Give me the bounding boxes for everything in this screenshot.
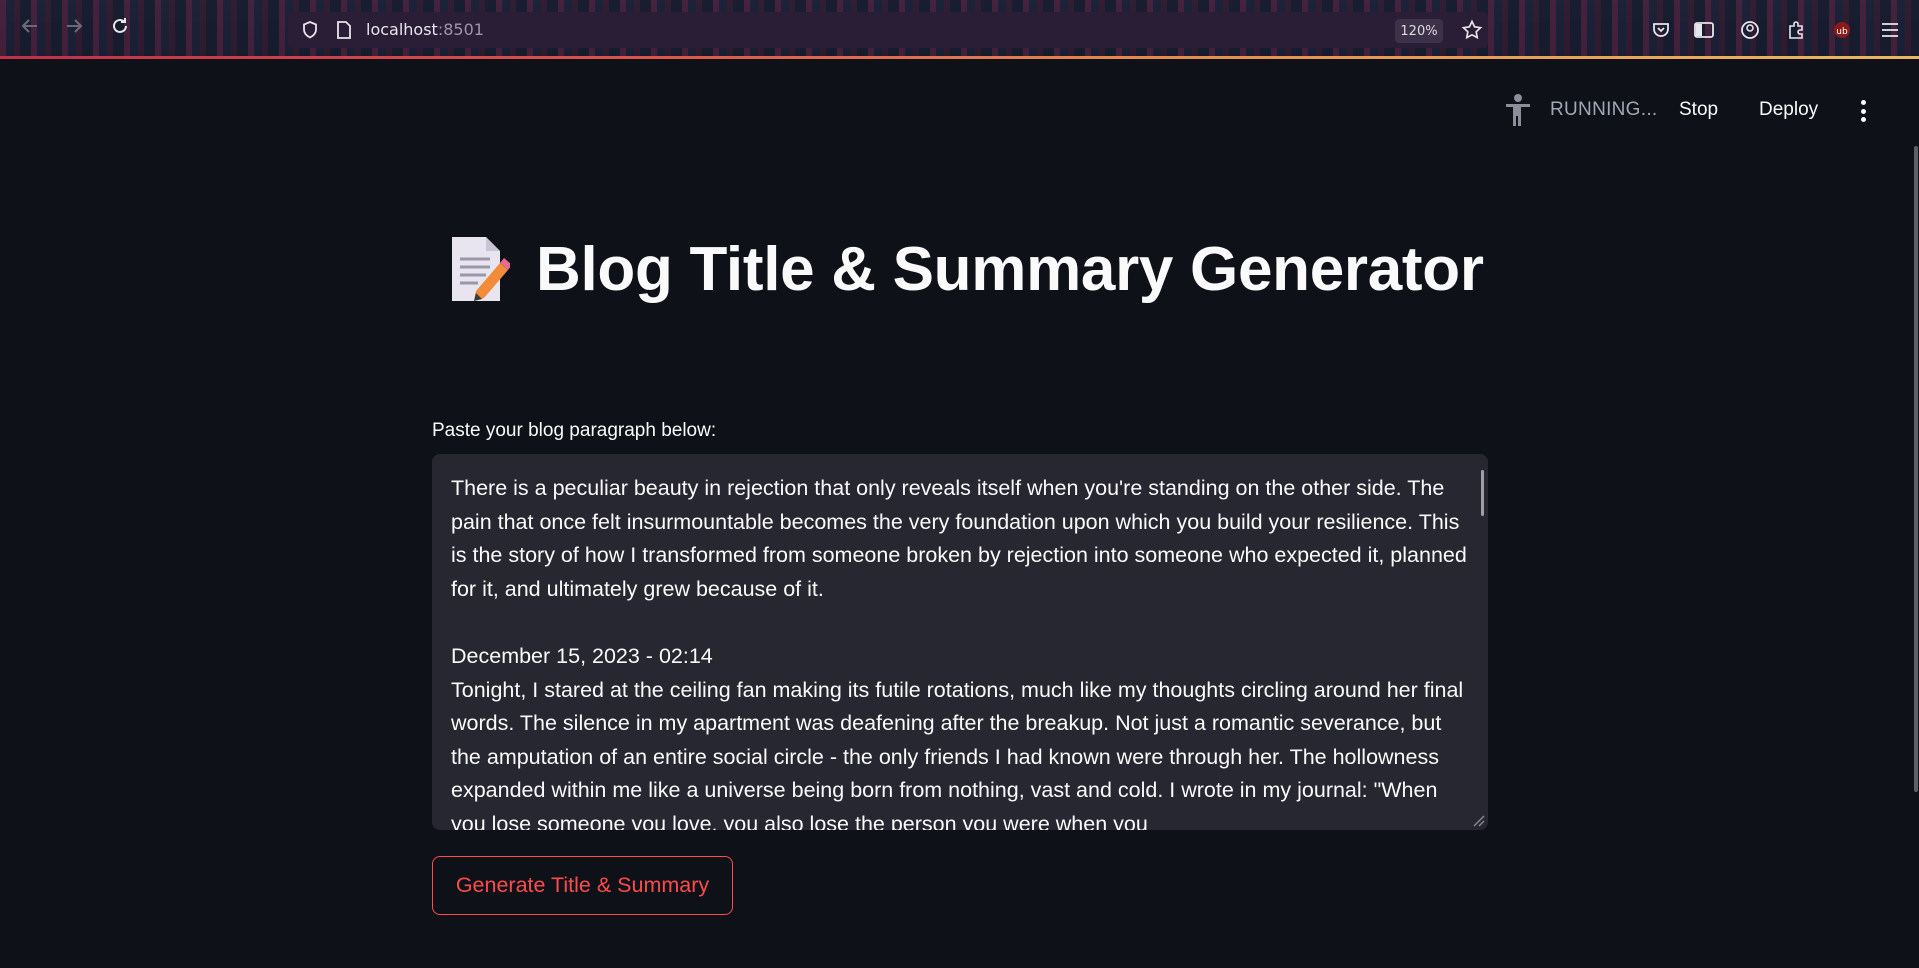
- zoom-level-badge[interactable]: 120%: [1395, 19, 1443, 43]
- page-title: Blog Title & Summary Generator: [536, 234, 1484, 304]
- svg-text:ub: ub: [1836, 27, 1848, 37]
- url-text[interactable]: localhost:8501: [366, 20, 484, 39]
- bookmark-star-icon[interactable]: [1460, 18, 1484, 42]
- shield-icon[interactable]: [298, 18, 322, 42]
- generate-title-summary-button[interactable]: Generate Title & Summary: [432, 856, 733, 915]
- stop-button[interactable]: Stop: [1679, 99, 1718, 121]
- menu-icon[interactable]: [1878, 18, 1902, 42]
- running-person-icon: [1503, 93, 1533, 127]
- forward-icon[interactable]: [62, 14, 86, 38]
- resize-handle-icon[interactable]: [1471, 813, 1485, 827]
- memo-icon: [446, 233, 512, 305]
- pocket-icon[interactable]: [1649, 18, 1673, 42]
- page-info-icon[interactable]: [332, 18, 356, 42]
- sidebar-icon[interactable]: [1692, 18, 1716, 42]
- main-menu-icon[interactable]: [1856, 96, 1870, 126]
- blog-paragraph-textarea[interactable]: There is a peculiar beauty in rejection …: [432, 454, 1488, 830]
- deploy-button[interactable]: Deploy: [1759, 99, 1818, 121]
- account-icon[interactable]: [1738, 18, 1762, 42]
- reload-icon[interactable]: [108, 14, 132, 38]
- status-running-text: RUNNING...: [1550, 99, 1658, 120]
- ublock-icon[interactable]: ub: [1830, 18, 1854, 42]
- textarea-label: Paste your blog paragraph below:: [432, 420, 717, 441]
- page-scrollbar[interactable]: [1914, 146, 1918, 792]
- extensions-icon[interactable]: [1784, 18, 1808, 42]
- browser-toolbar: localhost:8501 120% ub: [0, 0, 1919, 58]
- textarea-scrollbar[interactable]: [1481, 470, 1484, 516]
- textarea-value[interactable]: There is a peculiar beauty in rejection …: [451, 472, 1471, 830]
- back-icon[interactable]: [18, 14, 42, 38]
- title-row: Blog Title & Summary Generator: [446, 228, 1484, 310]
